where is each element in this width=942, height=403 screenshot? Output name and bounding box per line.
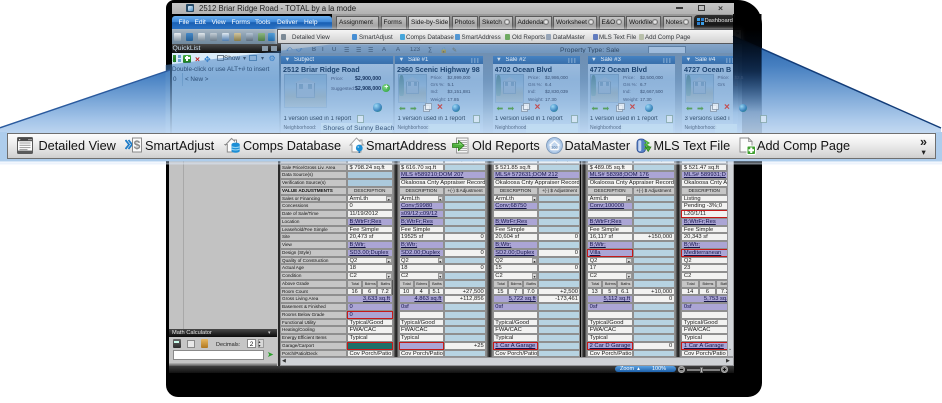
svg-text:$: $ xyxy=(133,138,140,152)
svg-text:360: 360 xyxy=(551,145,558,150)
